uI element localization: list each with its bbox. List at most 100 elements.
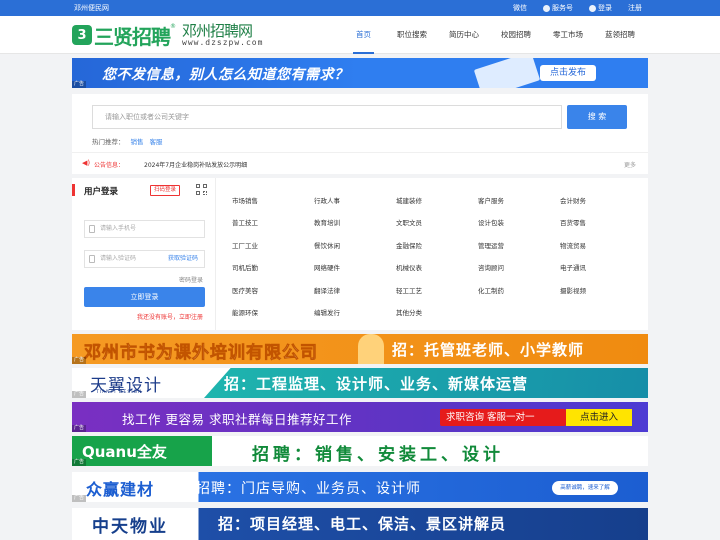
ad3-enter-button[interactable]: 点击进入: [566, 409, 632, 426]
banner-ad-publish[interactable]: 您不发信息，别人怎么知道您有需求？ 点击发布 广告: [72, 58, 648, 88]
ad2-brand-small: TIANYI DESIGN: [96, 390, 143, 395]
wechat-label: 微信: [513, 4, 527, 12]
category-item[interactable]: 文职文员: [396, 212, 478, 234]
site-name[interactable]: 邓州便民网: [74, 3, 109, 13]
ad2-positions: 招：工程监理、设计师、业务、新媒体运营: [224, 375, 529, 393]
ad6-positions: 招：项目经理、电工、保洁、景区讲解员: [218, 515, 507, 533]
category-item[interactable]: 物流贸易: [560, 235, 642, 257]
category-item[interactable]: 其他分类: [396, 302, 478, 324]
header: 3 三贤招聘 ® 邓州招聘网 www.dzszpw.com 首页 职位搜索 简历…: [0, 16, 720, 54]
ad5-cta-button[interactable]: 高薪诚聘，速来了解: [552, 481, 618, 495]
login-link[interactable]: 登录: [589, 3, 612, 13]
category-item[interactable]: 医疗美容: [232, 280, 314, 302]
category-item[interactable]: 翻译法律: [314, 280, 396, 302]
service-label: 服务号: [552, 4, 573, 12]
nav-resume-center[interactable]: 简历中心: [438, 16, 490, 54]
logo-url: www.dzszpw.com: [182, 37, 264, 47]
login-title: 用户登录: [84, 187, 119, 197]
hot-label: 热门推荐：: [92, 138, 125, 146]
phone-placeholder: 请输入手机号: [100, 225, 137, 232]
category-item[interactable]: 设计包装: [478, 212, 560, 234]
category-item[interactable]: 网络硬件: [314, 257, 396, 279]
category-item[interactable]: 电子通讯: [560, 257, 642, 279]
phone-input[interactable]: 请输入手机号: [84, 220, 205, 238]
category-item[interactable]: 编辑发行: [314, 302, 396, 324]
search-input[interactable]: 请输入职位或者公司关键字: [92, 105, 562, 129]
user-icon: [589, 4, 596, 12]
login-button[interactable]: 立即登录: [84, 287, 205, 307]
login-label: 登录: [598, 4, 612, 12]
ad4-positions: 招聘：销售、安装工、设计: [252, 445, 504, 465]
ad1-company: 邓州市书为课外培训有限公司: [84, 343, 318, 364]
nav-gig-market[interactable]: 零工市场: [542, 16, 594, 54]
get-code-button[interactable]: 获取验证码: [168, 251, 198, 267]
nav-home[interactable]: 首页: [341, 16, 386, 54]
nav-campus[interactable]: 校园招聘: [490, 16, 542, 54]
category-item[interactable]: 城建装修: [396, 190, 478, 212]
notice-label: 公告信息：: [94, 162, 125, 169]
ad4-brand: Quanu全友: [82, 443, 167, 461]
ad-tianyi-design[interactable]: 天翼设计 TIANYI DESIGN 招：工程监理、设计师、业务、新媒体运营 广…: [72, 368, 648, 398]
ad1-positions: 招：托管班老师、小学教师: [392, 341, 585, 359]
hot-recommend: 热门推荐： 销售 客服: [92, 136, 163, 146]
category-item[interactable]: 化工制药: [478, 280, 560, 302]
publish-button[interactable]: 点击发布: [540, 65, 596, 81]
category-item[interactable]: 管理运营: [478, 235, 560, 257]
ad-training-company[interactable]: 邓州市书为课外培训有限公司 招：托管班老师、小学教师 广告: [72, 334, 648, 364]
category-item[interactable]: 工厂工业: [232, 235, 314, 257]
search-panel: 请输入职位或者公司关键字 搜 索 热门推荐： 销售 客服 ◀) 公告信息： 2024…: [72, 94, 648, 174]
ad-zhongying[interactable]: 众赢建材 招聘：门店导购、业务员、设计师 高薪诚聘，速来了解 广告: [72, 472, 648, 502]
ad3-text: 找工作 更容易 求职社群每日推荐好工作: [122, 412, 352, 427]
ad-tag: 广告: [72, 357, 87, 364]
ad-zhongtian-property[interactable]: 中天物业 招：项目经理、电工、保洁、景区讲解员: [72, 508, 648, 540]
category-item[interactable]: 金融保险: [396, 235, 478, 257]
category-item[interactable]: 轻工工艺: [396, 280, 478, 302]
category-item[interactable]: 市场销售: [232, 190, 314, 212]
logo-city: 邓州招聘网: [182, 21, 253, 40]
login-box: 用户登录 扫码登录 请输入手机号 请输入验证码 获取验证码 密码登录 立即登录 …: [72, 178, 216, 330]
hot-link-service[interactable]: 客服: [150, 138, 163, 146]
logo[interactable]: 3 三贤招聘 ® 邓州招聘网 www.dzszpw.com: [72, 21, 264, 49]
register-link-bottom[interactable]: 我还没有账号，立即注册: [137, 312, 203, 321]
category-item[interactable]: 咨询顾问: [478, 257, 560, 279]
category-item[interactable]: 餐饮休闲: [314, 235, 396, 257]
ad2-positions-area: 招：工程监理、设计师、业务、新媒体运营: [204, 368, 648, 398]
category-item[interactable]: 百货零售: [560, 212, 642, 234]
category-item[interactable]: 会计财务: [560, 190, 642, 212]
category-item[interactable]: 教育培训: [314, 212, 396, 234]
ad-tag: 广告: [72, 425, 87, 432]
category-item[interactable]: 机械仪表: [396, 257, 478, 279]
ad2-brand-area: 天翼设计 TIANYI DESIGN: [72, 368, 204, 398]
wechat-icon: [543, 4, 550, 12]
notice-message[interactable]: 2024年7月企业稳岗补贴发放公示明细: [144, 160, 247, 169]
wechat-link[interactable]: 微信: [513, 3, 527, 13]
password-login-link[interactable]: 密码登录: [179, 275, 203, 284]
category-item[interactable]: 客户服务: [478, 190, 560, 212]
search-button[interactable]: 搜 索: [567, 105, 627, 129]
code-input[interactable]: 请输入验证码 获取验证码: [84, 250, 205, 268]
category-item[interactable]: 能源环保: [232, 302, 314, 324]
logo-subtitle: 邓州招聘网 www.dzszpw.com: [182, 21, 264, 47]
qrcode-icon[interactable]: [196, 184, 208, 196]
category-item[interactable]: 普工技工: [232, 212, 314, 234]
logo-badge: 3: [72, 25, 92, 45]
nav-blue-collar[interactable]: 蓝领招聘: [594, 16, 646, 54]
category-item[interactable]: 摄影视频: [560, 280, 642, 302]
topbar-links: 微信 服务号 登录 注册: [513, 3, 642, 13]
notice-more-link[interactable]: 更多: [624, 160, 636, 169]
ad-tag: 广告: [72, 391, 87, 398]
ad3-consult: 求职咨询 客服一对一: [440, 409, 566, 426]
category-item[interactable]: 司机后勤: [232, 257, 314, 279]
nav-job-search[interactable]: 职位搜索: [386, 16, 438, 54]
logo-registered: ®: [170, 23, 176, 30]
scan-login-button[interactable]: 扫码登录: [150, 185, 181, 196]
category-item[interactable]: 行政人事: [314, 190, 396, 212]
register-link[interactable]: 注册: [628, 3, 642, 13]
ad-tag: 广告: [72, 81, 87, 88]
ad-job-community[interactable]: 找工作 更容易 求职社群每日推荐好工作 求职咨询 客服一对一 点击进入 广告: [72, 402, 648, 432]
service-link[interactable]: 服务号: [543, 3, 573, 13]
hot-link-sales[interactable]: 销售: [131, 138, 144, 146]
ad-quanu[interactable]: Quanu全友 招聘：销售、安装工、设计 广告: [72, 436, 648, 466]
lock-icon: [89, 255, 95, 263]
speaker-icon: ◀): [82, 159, 91, 167]
